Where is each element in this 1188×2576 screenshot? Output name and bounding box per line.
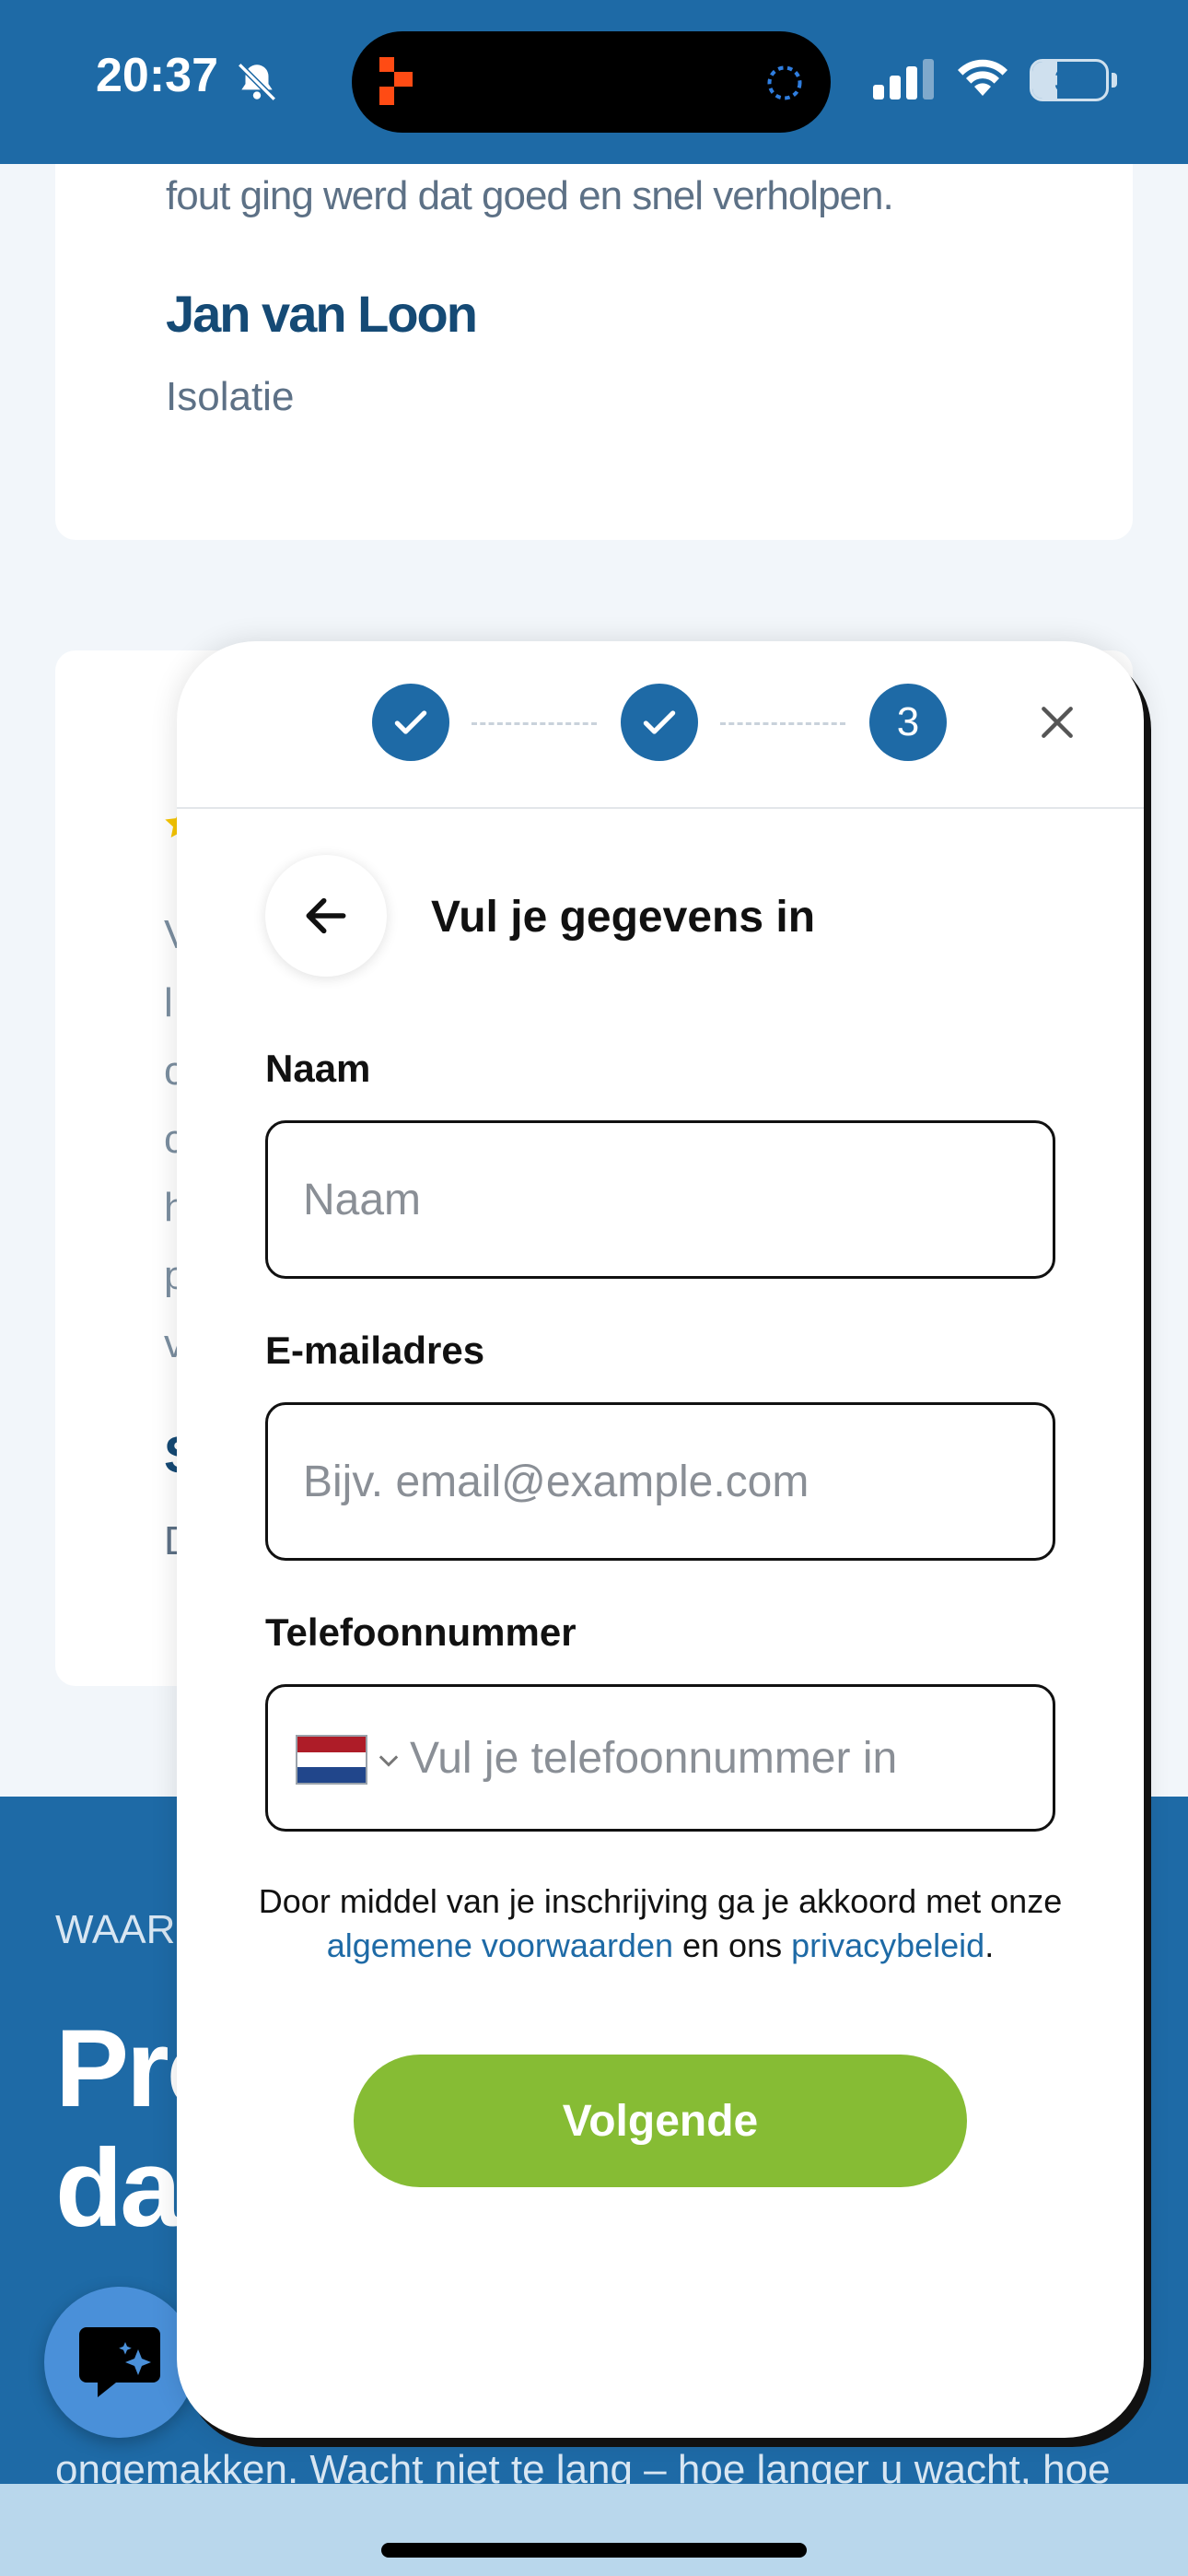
wifi-icon bbox=[958, 59, 1007, 96]
review-text: fout ging werd dat goed en snel verholpe… bbox=[166, 173, 894, 218]
terms-text-middle: en ons bbox=[673, 1926, 792, 1964]
terms-link[interactable]: algemene voorwaarden bbox=[327, 1926, 673, 1964]
review-card: fout ging werd dat goed en snel verholpe… bbox=[55, 138, 1133, 540]
step-2-completed bbox=[621, 684, 698, 761]
phone-label: Telefoonnummer bbox=[265, 1610, 577, 1654]
contact-form-modal: 3 Vul je gegevens in Naam E-mailadres Te… bbox=[177, 641, 1144, 2438]
terms-text-after: . bbox=[984, 1926, 995, 1964]
review-author: Jan van Loon bbox=[166, 285, 478, 343]
terms-text-before: Door middel van je inschrijving ga je ak… bbox=[258, 1882, 1063, 1920]
name-label: Naam bbox=[265, 1047, 371, 1090]
status-time: 20:37 bbox=[96, 49, 218, 102]
section-eyebrow: WAAR bbox=[55, 1907, 176, 1952]
review-line: l bbox=[164, 980, 173, 1025]
ai-chat-icon bbox=[79, 2327, 160, 2397]
home-indicator-area bbox=[0, 2484, 1188, 2576]
step-connector bbox=[720, 722, 845, 725]
email-field[interactable] bbox=[265, 1402, 1055, 1561]
check-icon bbox=[643, 710, 676, 734]
form-title: Vul je gegevens in bbox=[431, 893, 816, 942]
progress-stepper: 3 bbox=[177, 641, 1144, 809]
app-activity-icon bbox=[379, 57, 413, 105]
step-connector bbox=[472, 722, 597, 725]
dynamic-island bbox=[352, 31, 831, 133]
phone-field[interactable] bbox=[265, 1684, 1055, 1832]
terms-text: Door middel van je inschrijving ga je ak… bbox=[250, 1879, 1070, 1968]
privacy-link[interactable]: privacybeleid bbox=[791, 1926, 984, 1964]
review-category: Isolatie bbox=[166, 374, 295, 419]
activity-ring-icon bbox=[767, 65, 802, 100]
battery-indicator: 34 bbox=[1030, 59, 1118, 101]
close-icon[interactable] bbox=[1037, 702, 1077, 743]
email-label: E-mailadres bbox=[265, 1329, 485, 1372]
phone-input[interactable] bbox=[268, 1687, 1053, 1829]
home-indicator[interactable] bbox=[381, 2543, 807, 2558]
step-1-completed bbox=[372, 684, 449, 761]
battery-level: 34 bbox=[1054, 64, 1089, 99]
signal-icon bbox=[873, 59, 934, 100]
status-bar: 20:37 34 bbox=[0, 0, 1188, 164]
back-button[interactable] bbox=[265, 855, 387, 977]
step-3-active: 3 bbox=[869, 684, 947, 761]
email-input[interactable] bbox=[268, 1405, 1053, 1558]
chat-button[interactable] bbox=[44, 2287, 195, 2438]
next-button[interactable]: Volgende bbox=[354, 2055, 967, 2187]
bell-muted-icon bbox=[238, 63, 276, 101]
arrow-left-icon bbox=[306, 897, 346, 934]
check-icon bbox=[394, 710, 427, 734]
name-input[interactable] bbox=[268, 1123, 1053, 1276]
name-field[interactable] bbox=[265, 1120, 1055, 1279]
